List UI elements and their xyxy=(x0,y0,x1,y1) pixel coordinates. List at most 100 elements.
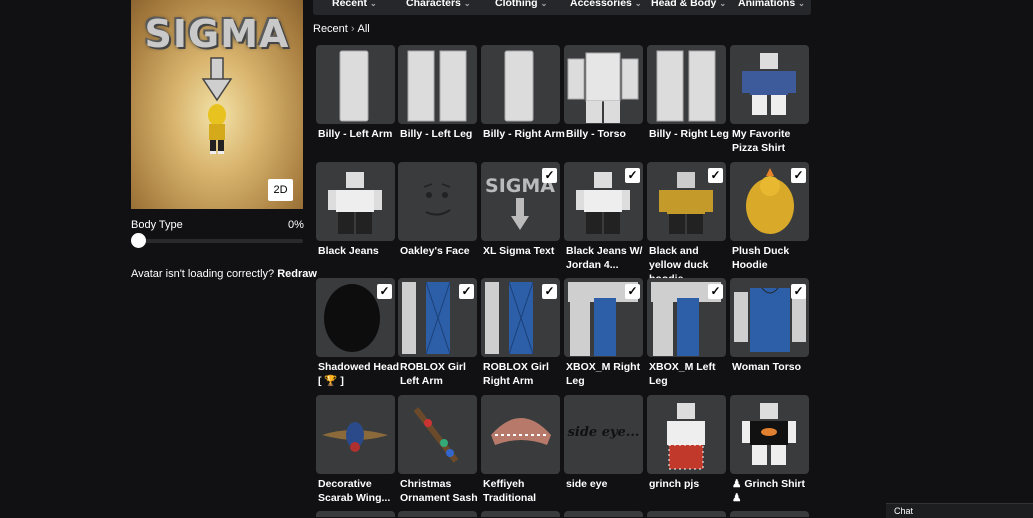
equipped-check-icon[interactable]: ✓ xyxy=(708,284,723,299)
avatar-figure-icon xyxy=(201,57,233,154)
item-name[interactable]: XBOX_M Left Leg xyxy=(649,360,733,388)
item-name[interactable]: ROBLOX Girl Left Arm xyxy=(400,360,484,388)
equipped-check-icon[interactable]: ✓ xyxy=(708,168,723,183)
item-name[interactable]: Black Jeans xyxy=(318,244,402,258)
face-icon xyxy=(423,183,451,216)
equipped-check-icon[interactable]: ✓ xyxy=(625,284,640,299)
item-thumbnail[interactable] xyxy=(398,162,477,241)
item-thumbnail[interactable]: ✓ xyxy=(647,278,726,357)
item-thumbnail[interactable] xyxy=(316,162,395,241)
chevron-down-icon: ⌄ xyxy=(719,0,727,8)
breadcrumb-current: All xyxy=(357,23,370,35)
equipped-check-icon[interactable]: ✓ xyxy=(377,284,392,299)
equipped-check-icon[interactable]: ✓ xyxy=(542,168,557,183)
category-nav: Recent ⌄ Characters ⌄ Clothing ⌄ Accessorie… xyxy=(313,0,811,15)
tab-accessories[interactable]: Accessories ⌄ xyxy=(570,0,642,9)
item-name[interactable]: XL Sigma Text xyxy=(483,244,567,258)
item-name[interactable]: Billy - Left Leg xyxy=(400,127,484,141)
item-name[interactable]: grinch pjs xyxy=(649,477,733,491)
partial-tile xyxy=(398,511,477,517)
chat-bar[interactable]: Chat xyxy=(886,503,1033,518)
item-thumbnail[interactable]: ✓ xyxy=(398,278,477,357)
item-thumbnail[interactable] xyxy=(481,395,560,474)
item-name[interactable]: Christmas Ornament Sash xyxy=(400,477,484,505)
tab-label: Animations xyxy=(738,0,796,9)
item-name[interactable]: My Favorite Pizza Shirt xyxy=(732,127,816,155)
equipped-check-icon[interactable]: ✓ xyxy=(542,284,557,299)
tab-label: Accessories xyxy=(570,0,632,9)
tab-label: Clothing xyxy=(495,0,538,9)
item-name[interactable]: Black Jeans W/ Jordan 4... xyxy=(566,244,650,272)
item-name[interactable]: Shadowed Head [ 🏆 ] xyxy=(318,360,402,388)
item-name[interactable]: Plush Duck Hoodie xyxy=(732,244,816,272)
tab-clothing[interactable]: Clothing ⌄ xyxy=(495,0,547,9)
item-thumbnail[interactable] xyxy=(564,45,643,124)
chevron-down-icon: ⌄ xyxy=(540,0,548,8)
item-thumbnail[interactable] xyxy=(481,45,560,124)
item-thumbnail[interactable] xyxy=(730,45,809,124)
item-name[interactable]: ROBLOX Girl Right Arm xyxy=(483,360,567,388)
equipped-check-icon[interactable]: ✓ xyxy=(791,168,806,183)
tab-animations[interactable]: Animations ⌄ xyxy=(738,0,805,9)
item-name[interactable]: side eye xyxy=(566,477,650,491)
breadcrumb-separator-icon: › xyxy=(350,23,355,35)
equipped-check-icon[interactable]: ✓ xyxy=(791,284,806,299)
item-name[interactable]: ♟ Grinch Shirt ♟ xyxy=(732,477,816,505)
tab-recent[interactable]: Recent ⌄ xyxy=(332,0,377,9)
thumbnail-text: side eye... xyxy=(567,425,640,440)
chevron-down-icon: ⌄ xyxy=(463,0,471,8)
item-name[interactable]: Keffiyeh Traditional xyxy=(483,477,567,505)
torso-icon xyxy=(567,52,639,123)
item-name[interactable]: Decorative Scarab Wing... xyxy=(318,477,402,505)
item-thumbnail[interactable]: side eye... xyxy=(564,395,643,474)
item-name[interactable]: Oakley's Face xyxy=(400,244,484,258)
item-thumbnail[interactable]: ✓ xyxy=(647,162,726,241)
chevron-down-icon: ⌄ xyxy=(798,0,805,8)
item-thumbnail[interactable]: ✓ xyxy=(564,278,643,357)
item-thumbnail[interactable]: ✓ xyxy=(730,162,809,241)
redraw-link[interactable]: Redraw xyxy=(277,268,317,280)
equipped-check-icon[interactable]: ✓ xyxy=(459,284,474,299)
item-name[interactable]: Billy - Right Arm xyxy=(483,127,567,141)
item-thumbnail[interactable] xyxy=(647,45,726,124)
item-thumbnail[interactable] xyxy=(316,395,395,474)
redraw-message: Avatar isn't loading correctly? xyxy=(131,268,275,280)
body-type-slider-track[interactable] xyxy=(131,239,303,243)
limb-legs-icon xyxy=(656,50,716,122)
item-thumbnail[interactable] xyxy=(316,45,395,124)
item-thumbnail[interactable]: SIGMA ✓ xyxy=(481,162,560,241)
equipped-check-icon[interactable]: ✓ xyxy=(625,168,640,183)
item-thumbnail[interactable]: ✓ xyxy=(730,278,809,357)
tab-characters[interactable]: Characters ⌄ xyxy=(406,0,471,9)
item-name[interactable]: Woman Torso xyxy=(732,360,816,374)
partial-tile xyxy=(647,511,726,517)
item-name[interactable]: XBOX_M Right Leg xyxy=(566,360,650,388)
grinch-shirt-icon xyxy=(742,403,796,465)
pajama-avatar-icon xyxy=(667,403,705,470)
tab-head-body[interactable]: Head & Body ⌄ xyxy=(651,0,726,9)
item-name[interactable]: Billy - Left Arm xyxy=(318,127,402,141)
item-thumbnail[interactable]: ✓ xyxy=(316,278,395,357)
limb-arm-icon xyxy=(504,50,534,122)
item-thumbnail[interactable] xyxy=(398,395,477,474)
body-type-slider-knob[interactable] xyxy=(131,233,146,248)
item-thumbnail[interactable] xyxy=(647,395,726,474)
item-name[interactable]: Billy - Torso xyxy=(566,127,650,141)
avatar-preview[interactable]: SIGMA xyxy=(131,0,303,209)
tab-label: Recent xyxy=(332,0,368,9)
breadcrumb-root[interactable]: Recent xyxy=(313,23,348,35)
toggle-2d-button[interactable]: 2D xyxy=(268,179,293,201)
partial-tile xyxy=(730,511,809,517)
partial-tile xyxy=(481,511,560,517)
item-thumbnail[interactable] xyxy=(730,395,809,474)
redraw-row: Avatar isn't loading correctly? Redraw xyxy=(131,268,317,280)
item-thumbnail[interactable]: ✓ xyxy=(481,278,560,357)
scarab-icon xyxy=(322,422,388,452)
limb-arm-icon xyxy=(339,50,369,122)
item-thumbnail[interactable] xyxy=(398,45,477,124)
tab-label: Characters xyxy=(406,0,461,9)
body-type-value: 0% xyxy=(288,219,304,231)
item-thumbnail[interactable]: ✓ xyxy=(564,162,643,241)
chevron-down-icon: ⌄ xyxy=(634,0,642,8)
item-name[interactable]: Billy - Right Leg xyxy=(649,127,733,141)
